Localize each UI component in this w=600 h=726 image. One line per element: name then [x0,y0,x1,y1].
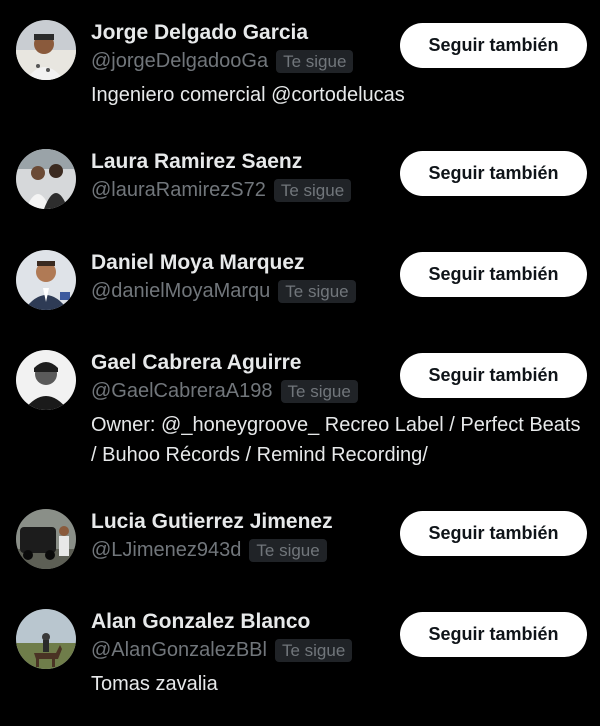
follows-you-badge: Te sigue [274,638,353,662]
user-bio: Owner: @_honeygroove_ Recreo Label / Per… [91,414,581,466]
follow-back-button[interactable]: Seguir también [400,252,587,297]
handle-line: @lauraRamirezS72 Te sigue [91,177,352,203]
user-bio: Tomas zavalia [91,673,218,695]
avatar[interactable] [16,149,76,209]
avatar-person-car-icon [16,509,76,569]
avatar-man-suit-icon [16,250,76,310]
follows-you-badge: Te sigue [278,279,356,303]
follows-you-badge: Te sigue [273,178,352,202]
avatar-horse-rider-icon [16,609,76,669]
user-handle[interactable]: @danielMoyaMarqu [91,278,270,304]
user-name[interactable]: Lucia Gutierrez Jimenez [91,509,333,535]
avatar-couple-photo-icon [16,149,76,209]
user-handle[interactable]: @GaelCabreraA198 [91,378,273,404]
handle-line: @GaelCabreraA198 Te sigue [91,378,358,404]
user-name[interactable]: Daniel Moya Marquez [91,250,305,276]
follows-you-badge: Te sigue [280,379,358,403]
avatar-man-bw-icon [16,350,76,410]
follows-you-badge: Te sigue [249,538,327,562]
handle-line: @jorgeDelgadooGa Te sigue [91,48,354,74]
user-name[interactable]: Alan Gonzalez Blanco [91,609,310,635]
handle-line: @LJimenez943d Te sigue [91,537,327,563]
follow-back-button[interactable]: Seguir también [400,511,587,556]
follower-list: Jorge Delgado Garcia @jorgeDelgadooGa Te… [0,0,600,726]
avatar[interactable] [16,350,76,410]
follow-back-button[interactable]: Seguir también [400,612,587,657]
avatar[interactable] [16,509,76,569]
user-handle[interactable]: @lauraRamirezS72 [91,177,266,203]
user-handle[interactable]: @LJimenez943d [91,537,241,563]
user-name[interactable]: Jorge Delgado Garcia [91,20,308,46]
user-handle[interactable]: @AlanGonzalezBBl [91,637,267,663]
follow-back-button[interactable]: Seguir también [400,23,587,68]
user-name[interactable]: Laura Ramirez Saenz [91,149,302,175]
avatar-man-selfie-icon [16,20,76,80]
user-bio: Ingeniero comercial @cortodelucas [91,84,405,106]
avatar[interactable] [16,250,76,310]
avatar[interactable] [16,609,76,669]
avatar[interactable] [16,20,76,80]
follow-back-button[interactable]: Seguir también [400,353,587,398]
user-name[interactable]: Gael Cabrera Aguirre [91,350,301,376]
handle-line: @AlanGonzalezBBl Te sigue [91,637,353,663]
handle-line: @danielMoyaMarqu Te sigue [91,278,356,304]
user-handle[interactable]: @jorgeDelgadooGa [91,48,268,74]
follows-you-badge: Te sigue [276,49,354,73]
follow-back-button[interactable]: Seguir también [400,151,587,196]
